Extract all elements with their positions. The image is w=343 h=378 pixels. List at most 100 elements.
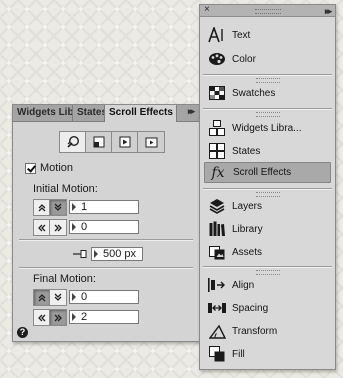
initial-motion-label: Initial Motion:: [33, 183, 98, 195]
library-icon: [208, 220, 226, 238]
motion-icon: [66, 135, 79, 148]
caret-right-icon: [72, 313, 76, 321]
panel-item-swatches[interactable]: Swatches: [204, 83, 331, 103]
animation-icon: [145, 137, 157, 147]
collapse-panel-button[interactable]: ▸▸: [188, 106, 195, 117]
scroll-effects-panel: Widgets Libr States Scroll Effects ▸▸ Mo…: [12, 104, 200, 342]
panel-item-widgets-library[interactable]: Widgets Libra...: [204, 118, 331, 138]
group-separator: [203, 108, 332, 110]
panel-item-label: Scroll Effects: [233, 167, 292, 178]
panel-item-label: Widgets Libra...: [232, 122, 302, 134]
panel-item-assets[interactable]: Assets: [204, 242, 331, 262]
group-separator: [203, 74, 332, 76]
panel-item-fill[interactable]: Fill: [204, 344, 331, 364]
final-horizontal-speed-input[interactable]: 2: [69, 310, 139, 324]
arrow-right-icon: [54, 224, 62, 231]
final-right-button[interactable]: [50, 310, 66, 325]
arrow-down-icon: [54, 293, 62, 301]
arrow-up-icon: [38, 294, 45, 302]
help-icon[interactable]: ?: [17, 327, 28, 338]
final-vertical-speed-input[interactable]: 0: [69, 290, 139, 304]
panel-item-label: Fill: [232, 348, 245, 360]
panel-tab-bar: Widgets Libr States Scroll Effects ▸▸: [13, 105, 199, 122]
slideshow-icon: [119, 136, 130, 148]
initial-up-button[interactable]: [34, 200, 50, 215]
panel-item-states[interactable]: States: [204, 141, 331, 161]
panel-item-text[interactable]: Text: [204, 25, 331, 45]
panel-item-transform[interactable]: Transform: [204, 321, 331, 341]
final-horizontal-direction: [33, 309, 67, 326]
arrow-right-icon: [54, 314, 62, 321]
drag-grip[interactable]: [255, 9, 281, 14]
key-position-value: 500 px: [103, 248, 137, 260]
text-icon: [208, 26, 226, 44]
panel-item-color[interactable]: Color: [204, 49, 331, 69]
align-icon: [208, 276, 226, 294]
motion-toggle[interactable]: Motion: [25, 161, 73, 175]
panel-item-spacing[interactable]: Spacing: [204, 298, 331, 318]
key-position-icon: [73, 249, 87, 259]
final-up-button[interactable]: [34, 290, 50, 305]
motion-effect-button[interactable]: [60, 132, 86, 152]
arrow-left-icon: [38, 314, 46, 321]
caret-right-icon: [72, 203, 76, 211]
panel-item-label: Color: [232, 53, 256, 65]
initial-vertical-value: 1: [81, 201, 88, 213]
states-icon: [208, 142, 226, 160]
effect-type-selector: [59, 131, 165, 153]
initial-horizontal-direction: [33, 219, 67, 236]
close-icon[interactable]: ×: [204, 4, 210, 16]
final-horizontal-value: 2: [81, 311, 88, 323]
final-motion-label: Final Motion:: [33, 273, 96, 285]
tab-widgets-library[interactable]: Widgets Libr: [13, 105, 73, 121]
final-left-button[interactable]: [34, 310, 50, 325]
motion-label: Motion: [40, 162, 74, 174]
group-separator: [203, 188, 332, 190]
panel-item-align[interactable]: Align: [204, 275, 331, 295]
collapse-dock-button[interactable]: ▸▸: [325, 5, 332, 17]
initial-left-button[interactable]: [34, 220, 50, 235]
panel-item-library[interactable]: Library: [204, 219, 331, 239]
graphic-icon: [93, 136, 104, 148]
panel-item-label: Assets: [232, 246, 263, 258]
widgets-icon: [208, 119, 226, 137]
graphic-effect-button[interactable]: [86, 132, 112, 152]
assets-icon: [208, 243, 226, 261]
key-position-input[interactable]: 500 px: [91, 247, 143, 261]
fill-icon: [208, 345, 226, 363]
initial-down-button[interactable]: [50, 200, 66, 215]
panel-item-label: Layers: [232, 200, 263, 212]
section-divider: [19, 267, 193, 269]
panel-item-label: Text: [232, 29, 251, 41]
panel-item-label: Spacing: [232, 302, 269, 314]
motion-checkbox[interactable]: [25, 162, 36, 174]
panel-item-label: Align: [232, 279, 255, 291]
section-divider: [19, 239, 193, 241]
layers-icon: [208, 197, 226, 215]
animation-effect-button[interactable]: [138, 132, 164, 152]
fx-icon: fx: [211, 164, 225, 181]
caret-right-icon: [72, 223, 76, 231]
panel-item-label: States: [232, 145, 261, 157]
initial-vertical-speed-input[interactable]: 1: [69, 200, 139, 214]
caret-right-icon: [72, 293, 76, 301]
tab-scroll-effects[interactable]: Scroll Effects: [105, 105, 177, 122]
tab-states[interactable]: States: [73, 105, 105, 121]
drag-grip[interactable]: [256, 112, 280, 117]
final-down-button[interactable]: [50, 290, 66, 305]
initial-horizontal-speed-input[interactable]: 0: [69, 220, 139, 234]
slideshow-effect-button[interactable]: [112, 132, 138, 152]
arrow-up-icon: [38, 204, 45, 212]
panel-item-layers[interactable]: Layers: [204, 196, 331, 216]
dock-header: × ▸▸: [200, 4, 335, 17]
initial-vertical-direction: [33, 199, 67, 216]
initial-horizontal-value: 0: [81, 221, 88, 233]
transform-icon: [208, 322, 226, 340]
panel-item-label: Swatches: [232, 87, 276, 99]
caret-right-icon: [94, 250, 98, 258]
panel-item-label: Library: [232, 223, 263, 235]
palette-icon: [208, 50, 226, 68]
initial-right-button[interactable]: [50, 220, 66, 235]
final-vertical-value: 0: [81, 291, 88, 303]
panel-item-scroll-effects[interactable]: fx Scroll Effects: [204, 162, 331, 183]
